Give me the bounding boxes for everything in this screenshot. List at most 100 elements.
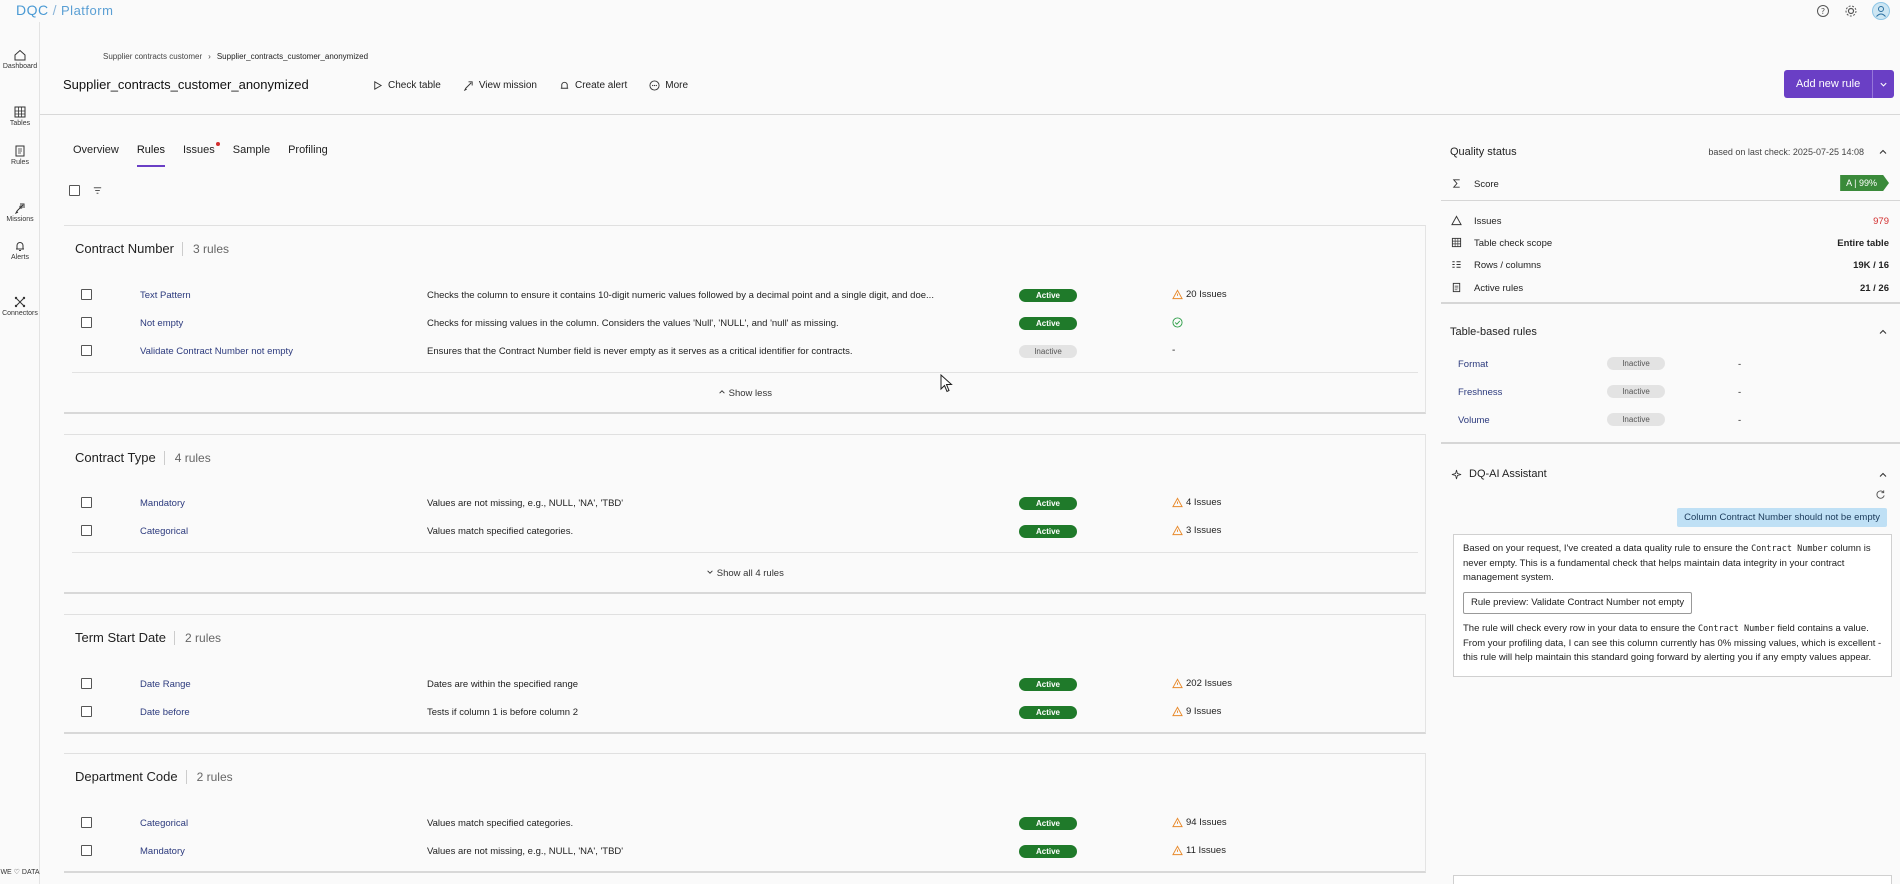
issues-label: Issues (1474, 216, 1502, 227)
row-checkbox[interactable] (81, 525, 92, 536)
nav-alerts[interactable]: Alerts (0, 239, 40, 261)
rule-name-link[interactable]: Validate Contract Number not empty (140, 346, 293, 357)
filter-icon[interactable] (92, 185, 103, 196)
table-row: Not empty Checks for missing values in t… (64, 312, 1426, 334)
rule-group-contract-type: Contract Type 4 rules Mandatory Values ar… (64, 434, 1426, 594)
list-icon (1452, 261, 1461, 268)
table-rule-value: - (1738, 359, 1742, 370)
rule-name-link[interactable]: Date before (140, 707, 190, 718)
group-title: Contract Type 4 rules (75, 450, 211, 465)
rule-group-contract-number: Contract Number 3 rules Text Pattern Chec… (64, 225, 1426, 414)
help-icon[interactable]: ? (1816, 4, 1830, 18)
nav-label: Rules (11, 159, 29, 166)
app-logo[interactable]: DQC / Platform (16, 2, 113, 18)
header-actions: Check table View mission Create alert Mo… (372, 80, 688, 91)
quality-status-title: Quality status (1450, 146, 1517, 158)
tab-sample[interactable]: Sample (233, 144, 270, 167)
warning-icon (1451, 215, 1462, 226)
rule-description: Checks the column to ensure it contains … (427, 290, 934, 301)
status-badge: Active (1019, 289, 1077, 302)
row-checkbox[interactable] (81, 497, 92, 508)
text-segment: Based on your request, I've created a da… (1463, 543, 1752, 554)
left-nav: Dashboard Tables Rules Missions Alerts C… (0, 22, 40, 884)
nav-dashboard[interactable]: Dashboard (0, 48, 40, 70)
row-checkbox[interactable] (81, 317, 92, 328)
tab-rules[interactable]: Rules (136, 144, 165, 167)
select-all-checkbox[interactable] (69, 185, 80, 196)
issues-count[interactable]: 94 Issues (1172, 817, 1227, 828)
rows-label: Rows / columns (1474, 260, 1542, 271)
rule-name-link[interactable]: Date Range (140, 679, 191, 690)
issues-row: Issues 979 (1441, 210, 1900, 232)
row-checkbox[interactable] (81, 345, 92, 356)
rules-icon (15, 145, 25, 157)
table-row: Validate Contract Number not empty Ensur… (64, 340, 1426, 362)
chevron-up-icon[interactable] (1878, 147, 1888, 157)
table-rule-row: Format Inactive - (1441, 353, 1900, 375)
rule-name-link[interactable]: Mandatory (140, 498, 185, 509)
nav-rules[interactable]: Rules (0, 144, 40, 166)
chat-input-edge[interactable] (1453, 875, 1892, 884)
chevron-up-icon[interactable] (1878, 470, 1888, 480)
row-checkbox[interactable] (81, 817, 92, 828)
issues-count[interactable]: 3 Issues (1172, 525, 1221, 536)
rule-preview-button[interactable]: Rule preview: Validate Contract Number n… (1463, 591, 1693, 614)
connectors-icon (14, 296, 26, 308)
table-rule-link[interactable]: Freshness (1458, 387, 1502, 398)
rule-name-link[interactable]: Categorical (140, 818, 188, 829)
show-all-toggle[interactable]: Show all 4 rules (64, 568, 1426, 579)
no-issues-indicator (1172, 317, 1183, 328)
chevron-up-icon[interactable] (1878, 327, 1888, 337)
add-new-rule-button[interactable]: Add new rule (1784, 70, 1873, 98)
issues-count[interactable]: 202 Issues (1172, 678, 1232, 689)
warning-icon (1172, 678, 1183, 689)
issues-text: 11 Issues (1186, 845, 1226, 856)
nav-label: Tables (9, 120, 31, 127)
rule-name-link[interactable]: Text Pattern (140, 290, 191, 301)
row-checkbox[interactable] (81, 678, 92, 689)
issues-count[interactable]: 9 Issues (1172, 706, 1221, 717)
chevron-up-icon (719, 390, 725, 394)
tab-issues[interactable]: Issues (183, 142, 220, 167)
tab-overview[interactable]: Overview (73, 144, 119, 167)
toggle-label: Show less (728, 388, 772, 399)
nav-tables[interactable]: Tables (0, 105, 40, 127)
warning-icon (1172, 845, 1183, 856)
show-less-toggle[interactable]: Show less (64, 388, 1426, 399)
rule-name-link[interactable]: Categorical (140, 526, 188, 537)
divider (1441, 442, 1900, 444)
row-checkbox[interactable] (81, 289, 92, 300)
table-rule-value: - (1738, 415, 1742, 426)
user-avatar[interactable] (1872, 2, 1890, 20)
add-rule-dropdown-button[interactable] (1872, 70, 1895, 98)
table-rule-link[interactable]: Format (1458, 359, 1488, 370)
rule-name-link[interactable]: Not empty (140, 318, 183, 329)
rule-group-department-code: Department Code 2 rules Categorical Value… (64, 753, 1426, 873)
more-button[interactable]: More (649, 80, 688, 91)
row-checkbox[interactable] (81, 706, 92, 717)
nav-connectors[interactable]: Connectors (0, 295, 40, 317)
settings-icon[interactable] (1844, 4, 1858, 18)
issues-value[interactable]: 979 (1873, 216, 1889, 227)
nav-label: Missions (6, 216, 34, 223)
issues-count[interactable]: 11 Issues (1172, 845, 1226, 856)
tab-profiling[interactable]: Profiling (288, 144, 328, 167)
issues-count[interactable]: 4 Issues (1172, 497, 1221, 508)
check-table-button[interactable]: Check table (372, 80, 441, 91)
view-mission-button[interactable]: View mission (463, 80, 537, 91)
rule-name-link[interactable]: Mandatory (140, 846, 185, 857)
table-rule-link[interactable]: Volume (1458, 415, 1490, 426)
refresh-icon[interactable] (1875, 489, 1886, 500)
footer-brand: WE ♡ DATA (0, 868, 40, 876)
breadcrumb-parent[interactable]: Supplier contracts customer (103, 52, 202, 61)
status-badge: Inactive (1607, 385, 1665, 398)
user-icon (1876, 6, 1886, 17)
divider (1441, 200, 1900, 201)
table-rule-value: - (1738, 387, 1742, 398)
rocket-icon (463, 81, 473, 91)
score-row: Score A | 99% (1441, 173, 1900, 195)
nav-missions[interactable]: Missions (0, 201, 40, 223)
issues-count[interactable]: 20 Issues (1172, 289, 1227, 300)
create-alert-button[interactable]: Create alert (559, 80, 627, 91)
row-checkbox[interactable] (81, 845, 92, 856)
